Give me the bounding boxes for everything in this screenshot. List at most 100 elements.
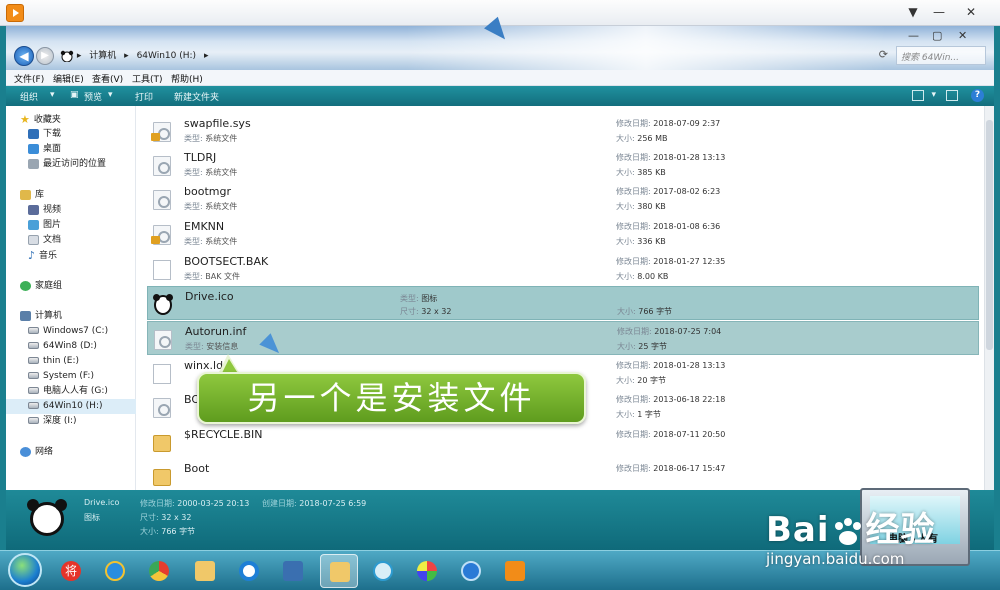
nav-pictures[interactable]: 图片	[6, 218, 136, 233]
size-label: 大小:	[616, 237, 635, 246]
folder-row[interactable]: Boot 修改日期: 2018-06-17 15:47	[147, 459, 979, 490]
nav-favorites[interactable]: ★ 收藏夹	[6, 112, 136, 127]
type-label: 类型:	[184, 237, 203, 246]
file-row[interactable]: EMKNN 类型: 系统文件 修改日期: 2018-01-08 6:36 大小:…	[147, 217, 979, 251]
player-close-icon[interactable]: ✕	[961, 3, 981, 21]
size-value: 380 KB	[637, 202, 666, 211]
refresh-icon[interactable]: ⟳	[879, 48, 888, 61]
video-icon	[28, 204, 39, 215]
taskbar-app-flower[interactable]	[368, 556, 398, 586]
details-modified: 修改日期: 2000-03-25 20:13	[140, 498, 249, 509]
menu-edit[interactable]: 编辑(E)	[53, 72, 84, 85]
address-bar[interactable]: ▸ 计算机 ▸ 64Win10 (H:) ▸	[60, 46, 900, 66]
organize-dropdown-icon[interactable]: ▾	[50, 90, 55, 100]
file-type: 类型: 图标	[400, 293, 437, 304]
modified-label: 修改日期:	[616, 222, 651, 231]
baidu-watermark: 电脑人人有 Bai 经验 jingyan.baidu.com	[762, 488, 994, 586]
nav-music[interactable]: ♪ 音乐	[6, 248, 136, 263]
preview-button[interactable]: 预览	[84, 90, 102, 103]
baidu-logo: Bai 经验	[766, 502, 936, 551]
nav-computer[interactable]: 计算机	[6, 309, 136, 324]
homegroup-icon	[20, 280, 31, 291]
start-button[interactable]	[8, 553, 42, 587]
file-row[interactable]: bootmgr 类型: 系统文件 修改日期: 2017-08-02 6:23 大…	[147, 182, 979, 216]
date-value: 2017-08-02 6:23	[653, 187, 721, 196]
file-size: 大小: 380 KB	[616, 201, 666, 212]
player-dropdown-icon[interactable]: ▼	[903, 3, 923, 21]
scrollbar-thumb[interactable]	[986, 120, 993, 350]
organize-button[interactable]: 组织	[20, 90, 38, 103]
nav-recent[interactable]: 最近访问的位置	[6, 157, 136, 172]
menu-file[interactable]: 文件(F)	[14, 72, 44, 85]
file-name: TLDRJ	[184, 151, 217, 164]
modified-label: 修改日期:	[617, 327, 652, 336]
nav-libraries[interactable]: 库	[6, 188, 136, 203]
nav-label: 64Win8 (D:)	[43, 341, 97, 351]
file-row[interactable]: swapfile.sys 类型: 系统文件 修改日期: 2018-07-09 2…	[147, 114, 979, 148]
size-label: 大小:	[617, 342, 636, 351]
nav-desktop[interactable]: 桌面	[6, 142, 136, 157]
back-button[interactable]: ◀	[14, 46, 34, 66]
taskbar-app-dots[interactable]	[456, 556, 486, 586]
breadcrumb-computer[interactable]: 计算机	[89, 51, 116, 61]
file-date: 修改日期: 2018-01-28 13:13	[616, 360, 725, 371]
drive-icon	[28, 417, 39, 424]
drive-icon	[28, 372, 39, 379]
view-dropdown-icon[interactable]: ▾	[931, 90, 936, 100]
nav-label: 网络	[35, 447, 54, 457]
file-row-selected[interactable]: Drive.ico 类型: 图标 尺寸: 32 x 32 大小: 766 字节	[147, 286, 979, 320]
size-label: 大小:	[616, 134, 635, 143]
preview-dropdown-icon[interactable]: ▾	[108, 90, 113, 100]
menu-view[interactable]: 查看(V)	[92, 72, 123, 85]
nav-drive-f[interactable]: System (F:)	[6, 369, 136, 384]
nav-network[interactable]: 网络	[6, 445, 136, 460]
nav-downloads[interactable]: 下载	[6, 127, 136, 142]
search-input[interactable]: 搜索 64Win...	[896, 46, 986, 65]
file-size: 大小: 256 MB	[616, 133, 667, 144]
file-row[interactable]: BOOTSECT.BAK 类型: BAK 文件 修改日期: 2018-01-27…	[147, 252, 979, 286]
print-button[interactable]: 打印	[135, 90, 153, 103]
size-label: 大小:	[140, 527, 159, 536]
taskbar-player[interactable]	[500, 556, 530, 586]
taskbar-folder[interactable]	[190, 556, 220, 586]
nav-drive-d[interactable]: 64Win8 (D:)	[6, 339, 136, 354]
preview-pane-icon[interactable]	[946, 90, 958, 101]
menu-help[interactable]: 帮助(H)	[171, 72, 203, 85]
nav-label: 计算机	[35, 311, 63, 321]
taskbar-app-grid[interactable]	[278, 556, 308, 586]
size-value: 8.00 KB	[637, 272, 669, 281]
breadcrumb-drive[interactable]: 64Win10 (H:)	[137, 51, 197, 61]
nav-drive-c[interactable]: Windows7 (C:)	[6, 324, 136, 339]
nav-homegroup[interactable]: 家庭组	[6, 279, 136, 294]
new-folder-button[interactable]: 新建文件夹	[174, 90, 219, 103]
date-value: 2018-01-28 13:13	[653, 361, 726, 370]
nav-drive-i[interactable]: 深度 (I:)	[6, 414, 136, 429]
nav-videos[interactable]: 视频	[6, 203, 136, 218]
maximize-icon[interactable]: ▢	[932, 29, 942, 42]
player-minimize-icon[interactable]: —	[929, 3, 949, 21]
vertical-scrollbar[interactable]	[984, 106, 994, 490]
help-icon[interactable]: ?	[971, 89, 984, 102]
nav-drive-h[interactable]: 64Win10 (H:)	[6, 399, 136, 414]
view-options-icon[interactable]	[912, 90, 924, 101]
nav-drive-e[interactable]: thin (E:)	[6, 354, 136, 369]
taskbar-chrome[interactable]	[144, 556, 174, 586]
close-icon[interactable]: ✕	[958, 29, 967, 42]
type-label: 类型:	[184, 134, 203, 143]
forward-button[interactable]: ▶	[36, 47, 54, 65]
size-value: 336 KB	[637, 237, 666, 246]
taskbar-explorer[interactable]	[320, 554, 358, 588]
nav-drive-g[interactable]: 电脑人人有 (G:)	[6, 384, 136, 399]
taskbar-paint[interactable]	[412, 556, 442, 586]
details-created: 创建日期: 2018-07-25 6:59	[262, 498, 366, 509]
file-date: 修改日期: 2018-07-11 20:50	[616, 429, 725, 440]
minimize-icon[interactable]: —	[908, 29, 919, 42]
folder-row[interactable]: $RECYCLE.BIN 修改日期: 2018-07-11 20:50	[147, 425, 979, 459]
taskbar-ie[interactable]	[100, 556, 130, 586]
file-row[interactable]: TLDRJ 类型: 系统文件 修改日期: 2018-01-28 13:13 大小…	[147, 148, 979, 182]
taskbar-app-red[interactable]: 将	[56, 556, 86, 586]
nav-documents[interactable]: 文档	[6, 233, 136, 248]
modified-label: 修改日期:	[140, 499, 175, 508]
menu-tools[interactable]: 工具(T)	[132, 72, 163, 85]
taskbar-app-blue[interactable]	[234, 556, 264, 586]
